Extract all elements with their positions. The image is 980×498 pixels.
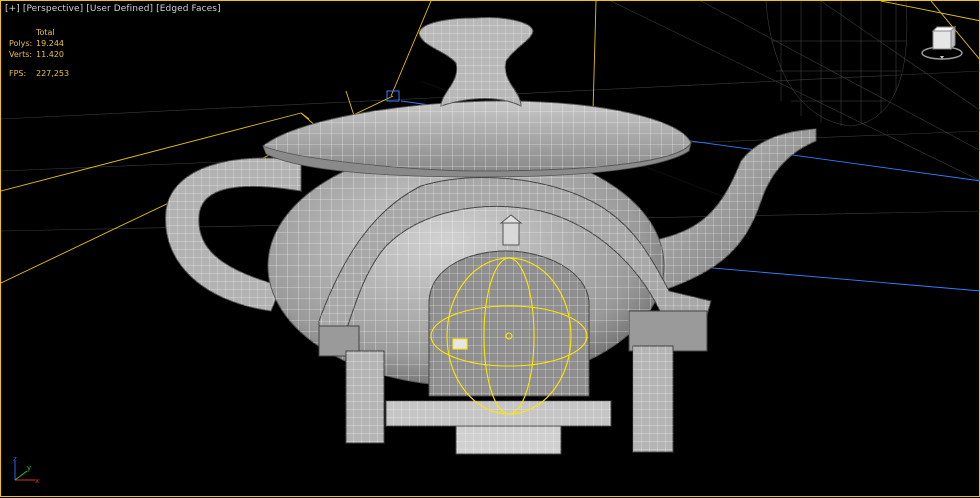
- axis-tripod-icon: x z y: [13, 456, 39, 485]
- stats-header: Total: [36, 28, 55, 37]
- axis-x-label: x: [35, 477, 39, 485]
- perspective-viewport[interactable]: [+] [Perspective] [User Defined] [Edged …: [0, 0, 980, 497]
- axis-z-label: z: [13, 456, 17, 463]
- viewport-label-menu[interactable]: [+] [Perspective] [User Defined] [Edged …: [5, 4, 221, 14]
- polys-value: 19.244: [36, 39, 64, 48]
- polys-label: Polys:: [9, 39, 33, 48]
- fps-label: FPS:: [9, 69, 27, 78]
- lid-knob: [418, 17, 534, 107]
- door-steps: [385, 400, 612, 455]
- viewport-view-menu[interactable]: [Perspective]: [23, 4, 83, 14]
- right-pillar: [628, 310, 708, 453]
- viewport-display-mode-menu[interactable]: [Edged Faces]: [156, 4, 221, 14]
- scene-canvas[interactable]: [1, 1, 980, 498]
- teapot-lid: [262, 100, 692, 178]
- verts-value: 11.420: [36, 50, 64, 59]
- door: [428, 250, 590, 397]
- viewport-plus-menu[interactable]: [+]: [5, 4, 20, 14]
- fps-value: 227,253: [36, 69, 70, 78]
- background-object-wire: [765, 1, 908, 127]
- viewport-shading-menu[interactable]: [User Defined]: [86, 4, 153, 14]
- axis-y-label: y: [27, 464, 31, 472]
- viewcube-icon[interactable]: [919, 23, 965, 63]
- verts-label: Verts:: [9, 50, 33, 59]
